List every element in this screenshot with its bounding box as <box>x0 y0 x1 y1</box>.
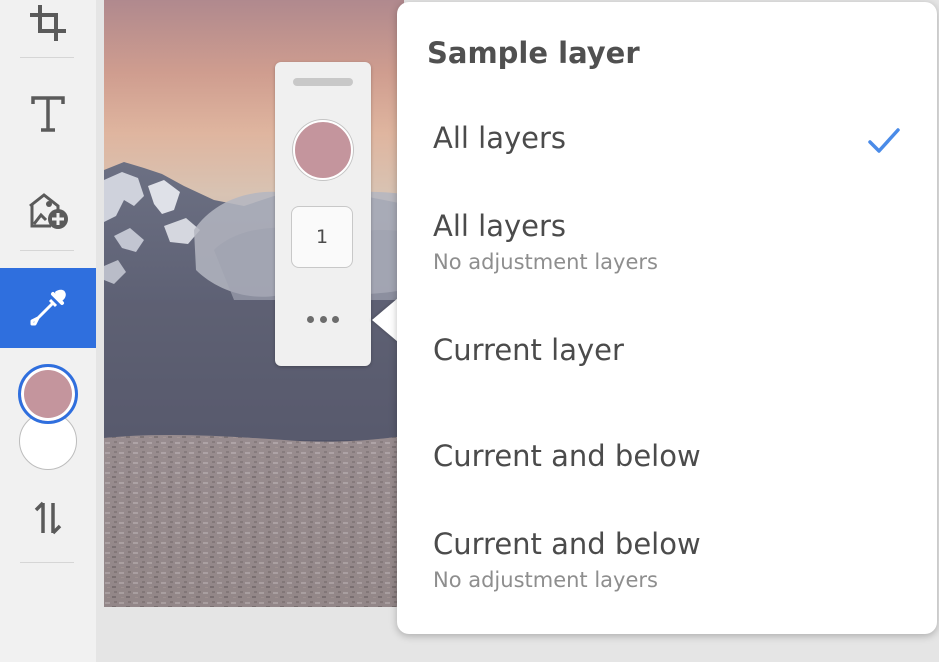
sampled-color-swatch[interactable] <box>293 120 353 180</box>
toolbar-divider <box>20 562 74 563</box>
sample-size-button[interactable]: 1 <box>291 206 353 268</box>
more-horizontal-icon <box>332 315 339 323</box>
photo-editor-app: 1 Sample layer All layers All layers No … <box>0 0 939 662</box>
eyedropper-icon <box>30 289 66 326</box>
more-options-button[interactable] <box>303 308 343 330</box>
option-sublabel: No adjustment layers <box>433 568 658 592</box>
option-label: Current layer <box>433 333 624 367</box>
option-all-layers-no-adjustment[interactable]: All layers No adjustment layers <box>397 208 937 276</box>
option-label: Current and below <box>433 439 701 473</box>
option-current-and-below-no-adjustment[interactable]: Current and below No adjustment layers <box>397 526 937 594</box>
crop-tool-button[interactable] <box>0 0 96 46</box>
place-image-icon <box>29 193 68 229</box>
swap-arrows-icon <box>34 501 62 535</box>
crop-icon <box>30 5 66 41</box>
place-image-tool-button[interactable] <box>0 188 96 232</box>
checkmark-icon <box>868 128 900 153</box>
popover-arrow <box>372 298 398 342</box>
option-sublabel: No adjustment layers <box>433 250 658 274</box>
type-tool-button[interactable] <box>0 88 96 140</box>
swap-colors-button[interactable] <box>0 496 96 540</box>
option-all-layers[interactable]: All layers <box>397 120 937 156</box>
option-current-and-below[interactable]: Current and below <box>397 438 937 474</box>
option-label: All layers <box>433 209 567 243</box>
toolbar-divider <box>20 57 74 58</box>
eyedropper-tool-button[interactable] <box>0 268 96 348</box>
option-current-layer[interactable]: Current layer <box>397 332 937 368</box>
popover-title: Sample layer <box>427 36 640 70</box>
toolbar-divider <box>20 250 74 251</box>
option-label: All layers <box>433 121 567 155</box>
left-toolbar <box>0 0 96 662</box>
more-horizontal-icon <box>319 315 327 323</box>
option-label: Current and below <box>433 527 701 561</box>
eyedropper-options-panel: 1 <box>275 62 371 366</box>
panel-drag-handle[interactable] <box>293 78 353 86</box>
sample-layer-popover: Sample layer All layers All layers No ad… <box>397 2 937 634</box>
type-icon <box>31 96 65 132</box>
foreground-color-swatch[interactable] <box>18 364 78 424</box>
more-horizontal-icon <box>307 315 314 323</box>
